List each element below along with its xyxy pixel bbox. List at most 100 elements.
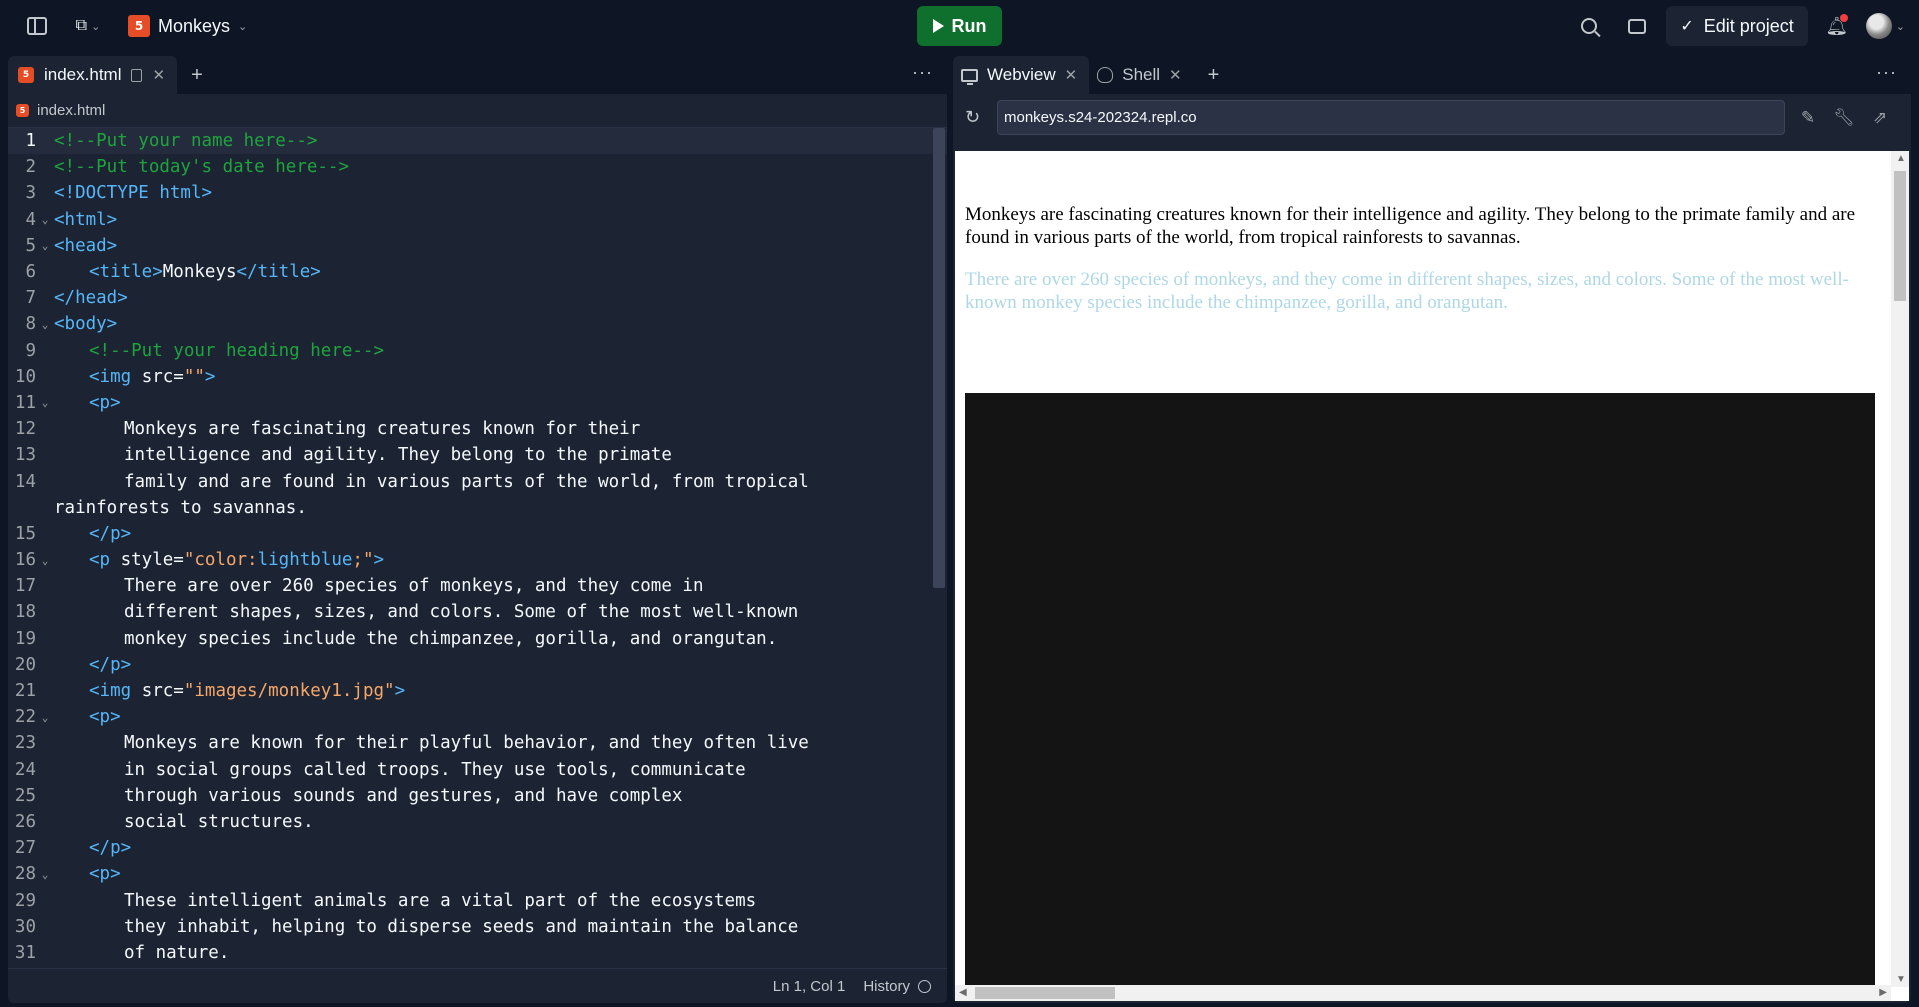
code-text: intelligence and agility. They belong to… [54,445,672,465]
preview-icon[interactable] [131,68,143,82]
code-line[interactable]: 12 Monkeys are fascinating creatures know… [8,416,947,442]
right-panel: Webview ✕ Shell ✕ + ··· ↻ ✎ 🔧︎ ⇗ Monkeys… [953,56,1911,1003]
webview-horizontal-scrollbar[interactable]: ◀ ▶ [955,985,1891,1001]
code-line[interactable]: 8 ⌄ <body> [8,311,947,337]
fold-chevron-icon[interactable]: ⌄ [36,239,54,252]
code-line[interactable]: 13 intelligence and agility. They belong … [8,442,947,468]
fold-chevron-icon[interactable]: ⌄ [36,554,54,567]
edit-project-button[interactable]: ✓ Edit project [1666,6,1808,46]
chat-button[interactable] [1618,7,1656,45]
history-button[interactable]: History [863,978,931,995]
shell-icon [1097,67,1114,83]
code-token: > [373,550,385,571]
code-line[interactable]: 23 Monkeys are known for their playful be… [8,730,947,756]
project-selector[interactable]: 5 Monkeys ⌄ [122,11,253,41]
add-tab-button[interactable]: + [1194,64,1234,87]
code-line[interactable]: 2 <!--Put today's date here--> [8,154,947,180]
code-line[interactable]: 25 through various sounds and gestures, a… [8,783,947,809]
code-text: These intelligent animals are a vital pa… [54,891,756,911]
account-menu[interactable]: ⌄ [1865,13,1905,39]
code-line[interactable]: 26 social structures. [8,809,947,835]
code-editor-panel: 5 index.html ✕ + ··· 5 index.html 1 <!--P… [8,56,947,1003]
scrollbar-thumb[interactable] [1894,171,1906,301]
fold-chevron-icon[interactable]: ⌄ [36,711,54,724]
more-options-icon[interactable]: ··· [1876,62,1897,83]
code-line[interactable]: 27 </p> [8,835,947,861]
webview-frame[interactable]: Monkeys are fascinating creatures known … [955,151,1909,1001]
line-number: 14 [14,471,36,492]
code-line[interactable]: 16 ⌄ <p style="color:lightblue;"> [8,547,947,573]
edit-icon[interactable]: ✎ [1795,108,1821,128]
webview-vertical-scrollbar[interactable]: ▲ ▼ [1891,151,1909,987]
close-icon[interactable]: ✕ [1065,66,1078,84]
code-line[interactable]: rainforests to savannas. [8,495,947,521]
sidebar-toggle-button[interactable] [20,9,54,43]
code-token: rainforests to savannas. [54,497,307,518]
code-line[interactable]: 1 <!--Put your name here--> [8,128,947,155]
monkey-image [965,393,1875,1001]
code-line[interactable]: 18 different shapes, sizes, and colors. S… [8,599,947,625]
fold-chevron-icon[interactable]: ⌄ [36,868,54,881]
code-line[interactable]: 4 ⌄ <html> [8,207,947,233]
right-tabbar: Webview ✕ Shell ✕ + ··· [953,56,1911,94]
code-line[interactable]: 21 <img src="images/monkey1.jpg"> [8,678,947,704]
scroll-down-icon[interactable]: ▼ [1896,974,1906,985]
code-line[interactable]: 19 monkey species include the chimpanzee,… [8,626,947,652]
editor-tab-index-html[interactable]: 5 index.html ✕ [8,56,178,94]
open-external-icon[interactable]: ⇗ [1867,108,1893,128]
scrollbar-thumb[interactable] [975,987,1115,999]
code-line[interactable]: 17 There are over 260 species of monkeys,… [8,573,947,599]
fold-chevron-icon[interactable]: ⌄ [36,213,54,226]
line-number: 10 [14,366,36,387]
line-number: 26 [14,811,36,832]
code-line[interactable]: 31 of nature. [8,940,947,966]
code-line[interactable]: 20 </p> [8,652,947,678]
code-text: <!DOCTYPE html> [54,183,212,203]
tab-webview[interactable]: Webview ✕ [953,56,1090,94]
editor-tabbar: 5 index.html ✕ + ··· [8,56,947,94]
code-line[interactable]: 5 ⌄ <head> [8,233,947,259]
code-line[interactable]: 15 </p> [8,521,947,547]
code-token: ;" [352,550,374,571]
url-input[interactable] [997,100,1785,135]
code-line[interactable]: 22 ⌄ <p> [8,704,947,730]
code-line[interactable]: 11 ⌄ <p> [8,390,947,416]
breadcrumb-file[interactable]: index.html [37,102,105,119]
code-line[interactable]: 10 <img src=""> [8,364,947,390]
code-text: </p> [54,838,131,858]
code-line[interactable]: 24 in social groups called troops. They u… [8,757,947,783]
code-token: > [204,366,216,387]
history-label: History [863,977,910,995]
close-icon[interactable]: ✕ [1169,66,1182,84]
code-line[interactable]: 29 These intelligent animals are a vital … [8,887,947,913]
search-button[interactable] [1570,7,1608,45]
editor-scrollbar[interactable] [933,128,945,588]
code-line[interactable]: 6 <title>Monkeys</title> [8,259,947,285]
run-button[interactable]: Run [917,6,1002,46]
line-number: 18 [14,602,36,623]
add-tab-button[interactable]: + [177,64,217,87]
fold-chevron-icon[interactable]: ⌄ [36,318,54,331]
devtools-icon[interactable]: 🔧︎ [1831,108,1857,128]
code-token: <html> [54,209,118,230]
code-line[interactable]: 3 <!DOCTYPE html> [8,180,947,206]
scroll-right-icon[interactable]: ▶ [1879,987,1887,998]
scroll-up-icon[interactable]: ▲ [1896,153,1906,164]
fold-chevron-icon[interactable]: ⌄ [36,396,54,409]
code-area[interactable]: 1 <!--Put your name here--> 2 <!--Put today… [8,128,947,968]
more-options-icon[interactable]: ··· [912,62,933,83]
code-line[interactable]: 14 family and are found in various parts … [8,468,947,494]
cursor-position[interactable]: Ln 1, Col 1 [773,978,846,995]
code-token: There are over 260 species of monkeys, a… [124,576,704,597]
scroll-left-icon[interactable]: ◀ [959,987,967,998]
code-line[interactable]: 28 ⌄ <p> [8,861,947,887]
reload-icon[interactable]: ↻ [965,107,987,128]
notifications-button[interactable]: 🔔︎ [1818,7,1856,45]
close-icon[interactable]: ✕ [152,66,165,84]
line-number: 11 [14,392,36,413]
code-line[interactable]: 30 they inhabit, helping to disperse seed… [8,914,947,940]
code-line[interactable]: 9 <!--Put your heading here--> [8,338,947,364]
tab-shell[interactable]: Shell ✕ [1089,56,1193,94]
code-line[interactable]: 7 </head> [8,285,947,311]
workspace-menu-button[interactable]: ⧉ ⌄ [68,9,108,43]
